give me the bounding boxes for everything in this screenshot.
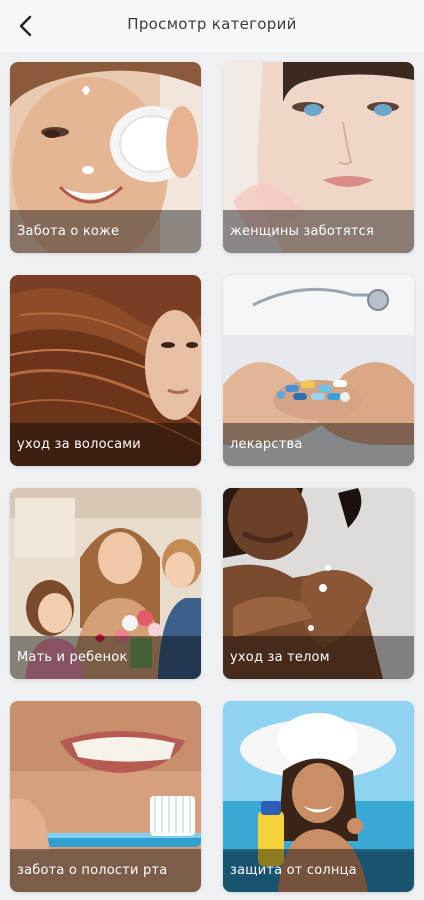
category-label-bar: лекарства (223, 423, 414, 466)
category-card-skin-care[interactable]: Забота о коже (10, 62, 201, 253)
category-label-bar: защита от солнца (223, 849, 414, 892)
category-label-bar: забота о полости рта (10, 849, 201, 892)
category-label: Забота о коже (17, 224, 120, 239)
category-label: Мать и ребенок (17, 650, 128, 665)
category-label-bar: Забота о коже (10, 210, 201, 253)
category-label: уход за телом (230, 650, 330, 665)
category-label-bar: женщины заботятся (223, 210, 414, 253)
category-label-bar: уход за волосами (10, 423, 201, 466)
category-label: забота о полости рта (17, 863, 168, 878)
category-card-oral-care[interactable]: забота о полости рта (10, 701, 201, 892)
category-label: уход за волосами (17, 437, 141, 452)
category-card-mother-child[interactable]: Мать и ребенок (10, 488, 201, 679)
category-label-bar: уход за телом (223, 636, 414, 679)
category-card-hair-care[interactable]: уход за волосами (10, 275, 201, 466)
category-label: женщины заботятся (230, 224, 374, 239)
category-label-bar: Мать и ребенок (10, 636, 201, 679)
category-card-sun-protection[interactable]: защита от солнца (223, 701, 414, 892)
category-card-women-care[interactable]: женщины заботятся (223, 62, 414, 253)
page-title: Просмотр категорий (127, 15, 297, 33)
category-label: защита от солнца (230, 863, 357, 878)
top-app-bar: Просмотр категорий (0, 0, 424, 52)
category-card-medicine[interactable]: лекарства (223, 275, 414, 466)
category-card-body-care[interactable]: уход за телом (223, 488, 414, 679)
category-label: лекарства (230, 437, 303, 452)
